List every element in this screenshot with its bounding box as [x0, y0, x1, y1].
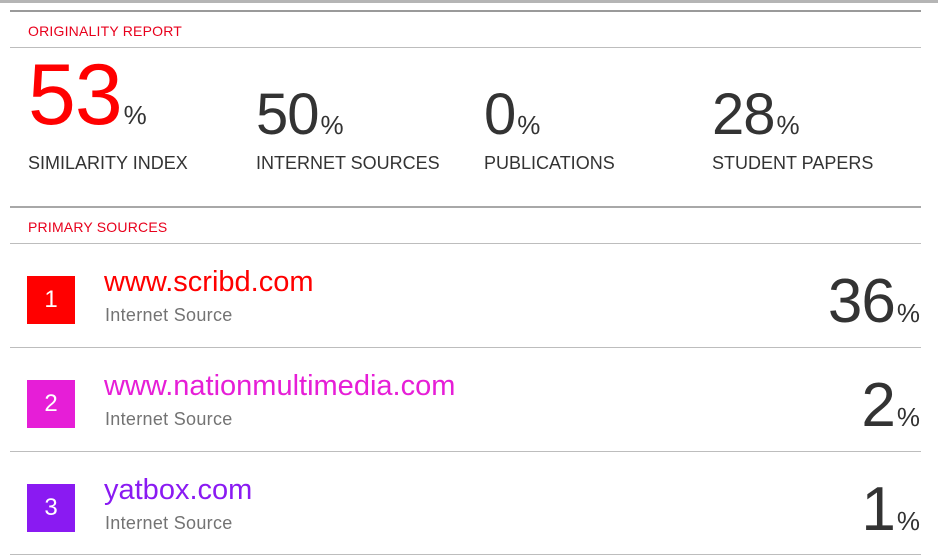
divider — [10, 47, 921, 48]
internet-sources-value: 50 — [256, 82, 320, 147]
internet-sources-label: INTERNET SOURCES — [256, 153, 440, 173]
percent-sign: % — [776, 110, 800, 140]
percent-sign: % — [896, 506, 920, 536]
source-percentage-value: 1 — [861, 475, 895, 544]
source-percentage-value: 2 — [861, 371, 895, 440]
originality-report-heading: ORIGINALITY REPORT — [28, 23, 183, 39]
percent-sign: % — [320, 110, 344, 140]
student-papers-label: STUDENT PAPERS — [712, 153, 874, 173]
source-percentage: 2% — [861, 370, 920, 441]
source-rank-badge: 2 — [27, 380, 75, 428]
source-title-link[interactable]: www.nationmultimedia.com — [104, 370, 455, 403]
percent-sign: % — [896, 298, 920, 328]
top-border — [0, 0, 938, 3]
percent-sign: % — [517, 110, 541, 140]
header-divider — [10, 10, 921, 12]
source-title-link[interactable]: yatbox.com — [104, 474, 252, 507]
source-row-2: 2 www.nationmultimedia.com Internet Sour… — [0, 348, 938, 448]
similarity-index-label: SIMILARITY INDEX — [28, 153, 188, 173]
percent-sign: % — [123, 100, 147, 130]
divider — [10, 554, 921, 555]
source-row-1: 1 www.scribd.com Internet Source 36% — [0, 244, 938, 344]
source-row-3: 3 yatbox.com Internet Source 1% — [0, 452, 938, 552]
source-type-label: Internet Source — [105, 513, 233, 533]
divider — [10, 206, 921, 208]
source-percentage: 36% — [828, 266, 920, 337]
source-type-label: Internet Source — [105, 409, 233, 429]
source-percentage-value: 36 — [827, 267, 896, 336]
student-papers-value: 28 — [712, 82, 776, 147]
source-title-link[interactable]: www.scribd.com — [104, 266, 314, 299]
publications-label: PUBLICATIONS — [484, 153, 615, 173]
percent-sign: % — [896, 402, 920, 432]
source-type-label: Internet Source — [105, 305, 233, 325]
source-rank-badge: 3 — [27, 484, 75, 532]
publications-value: 0 — [484, 82, 516, 147]
source-percentage: 1% — [861, 474, 920, 545]
similarity-index-value: 53 — [28, 47, 123, 143]
source-rank-badge: 1 — [27, 276, 75, 324]
primary-sources-heading: PRIMARY SOURCES — [28, 219, 168, 235]
